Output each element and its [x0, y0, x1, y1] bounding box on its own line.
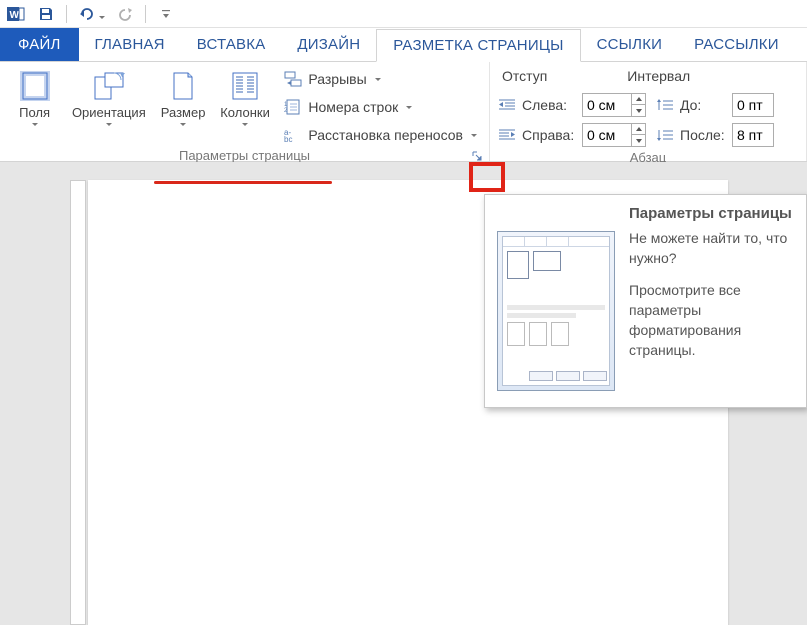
indent-right-value[interactable] [583, 124, 631, 146]
spacing-before-value[interactable] [733, 94, 773, 116]
spacing-before-label: До: [680, 97, 726, 113]
size-label: Размер [161, 106, 206, 129]
spacing-before-icon [656, 98, 674, 112]
indent-right-icon [498, 128, 516, 142]
breaks-icon [284, 71, 302, 87]
tab-references[interactable]: ССЫЛКИ [581, 28, 679, 61]
hyphenation-icon: a-bc [284, 127, 302, 143]
spin-down[interactable] [632, 105, 645, 116]
spin-up[interactable] [632, 124, 645, 135]
tooltip-thumbnail [497, 231, 615, 391]
tab-home[interactable]: ГЛАВНАЯ [79, 28, 181, 61]
ribbon-tabs: ФАЙЛ ГЛАВНАЯ ВСТАВКА ДИЗАЙН РАЗМЕТКА СТР… [0, 28, 807, 62]
qat-customize-button[interactable] [154, 2, 178, 26]
hyphenation-label: Расстановка переносов [308, 127, 463, 143]
separator [66, 5, 67, 23]
page-setup-tooltip: Параметры страницы Не можете найти то, ч… [484, 194, 807, 408]
spacing-header: Интервал [627, 68, 690, 84]
indent-right-label: Справа: [522, 127, 576, 143]
orientation-label: Ориентация [72, 106, 146, 129]
columns-label: Колонки [220, 106, 270, 129]
spin-up[interactable] [632, 94, 645, 105]
undo-button[interactable] [75, 2, 99, 26]
orientation-button[interactable]: Ориентация [65, 66, 152, 129]
indent-left-input[interactable] [582, 93, 646, 117]
tab-page-layout[interactable]: РАЗМЕТКА СТРАНИЦЫ [376, 29, 580, 62]
tab-design[interactable]: ДИЗАЙН [281, 28, 376, 61]
indent-left-value[interactable] [583, 94, 631, 116]
ribbon: Поля Ориентация Размер Колонки [0, 62, 807, 162]
save-button[interactable] [34, 2, 58, 26]
spacing-after-value[interactable] [733, 124, 773, 146]
word-app-icon: W [4, 2, 28, 26]
tooltip-text-2: Просмотрите все параметры форматирования… [629, 280, 794, 360]
tab-insert[interactable]: ВСТАВКА [181, 28, 282, 61]
hyphenation-button[interactable]: a-bc Расстановка переносов [280, 124, 481, 146]
indent-header: Отступ [502, 68, 547, 84]
line-numbers-button[interactable]: 12 Номера строк [280, 96, 481, 118]
spacing-before-input[interactable] [732, 93, 774, 117]
spacing-after-input[interactable] [732, 123, 774, 147]
size-button[interactable]: Размер [157, 66, 210, 129]
line-numbers-icon: 12 [284, 99, 302, 115]
vertical-ruler[interactable] [70, 180, 86, 625]
margins-label: Поля [19, 106, 50, 129]
spin-down[interactable] [632, 135, 645, 146]
tab-mailings[interactable]: РАССЫЛКИ [678, 28, 795, 61]
size-icon [170, 70, 196, 102]
quick-access-toolbar: W [0, 0, 807, 28]
annotation-redbox [469, 162, 505, 192]
indent-left-label: Слева: [522, 97, 576, 113]
columns-icon [231, 70, 259, 102]
tooltip-text-1: Не можете найти то, что нужно? [629, 228, 794, 268]
orientation-icon [92, 70, 126, 102]
margins-button[interactable]: Поля [8, 66, 61, 129]
group-paragraph: Отступ Интервал Слева: Справа: [490, 62, 807, 161]
columns-button[interactable]: Колонки [214, 66, 277, 129]
group-page-setup: Поля Ориентация Размер Колонки [0, 62, 490, 161]
svg-text:bc: bc [284, 135, 292, 143]
tab-file[interactable]: ФАЙЛ [0, 28, 79, 61]
spacing-after-label: После: [680, 127, 726, 143]
indent-right-input[interactable] [582, 123, 646, 147]
redo-button[interactable] [113, 2, 137, 26]
breaks-button[interactable]: Разрывы [280, 68, 481, 90]
margins-icon [20, 70, 50, 102]
separator [145, 5, 146, 23]
svg-text:W: W [10, 10, 20, 21]
breaks-label: Разрывы [308, 71, 366, 87]
tooltip-title: Параметры страницы [629, 205, 794, 222]
indent-left-icon [498, 98, 516, 112]
page-setup-small-stack: Разрывы 12 Номера строк a-bc Расстановка… [280, 66, 481, 146]
spacing-after-icon [656, 128, 674, 142]
annotation-underline [154, 181, 332, 184]
line-numbers-label: Номера строк [308, 99, 398, 115]
